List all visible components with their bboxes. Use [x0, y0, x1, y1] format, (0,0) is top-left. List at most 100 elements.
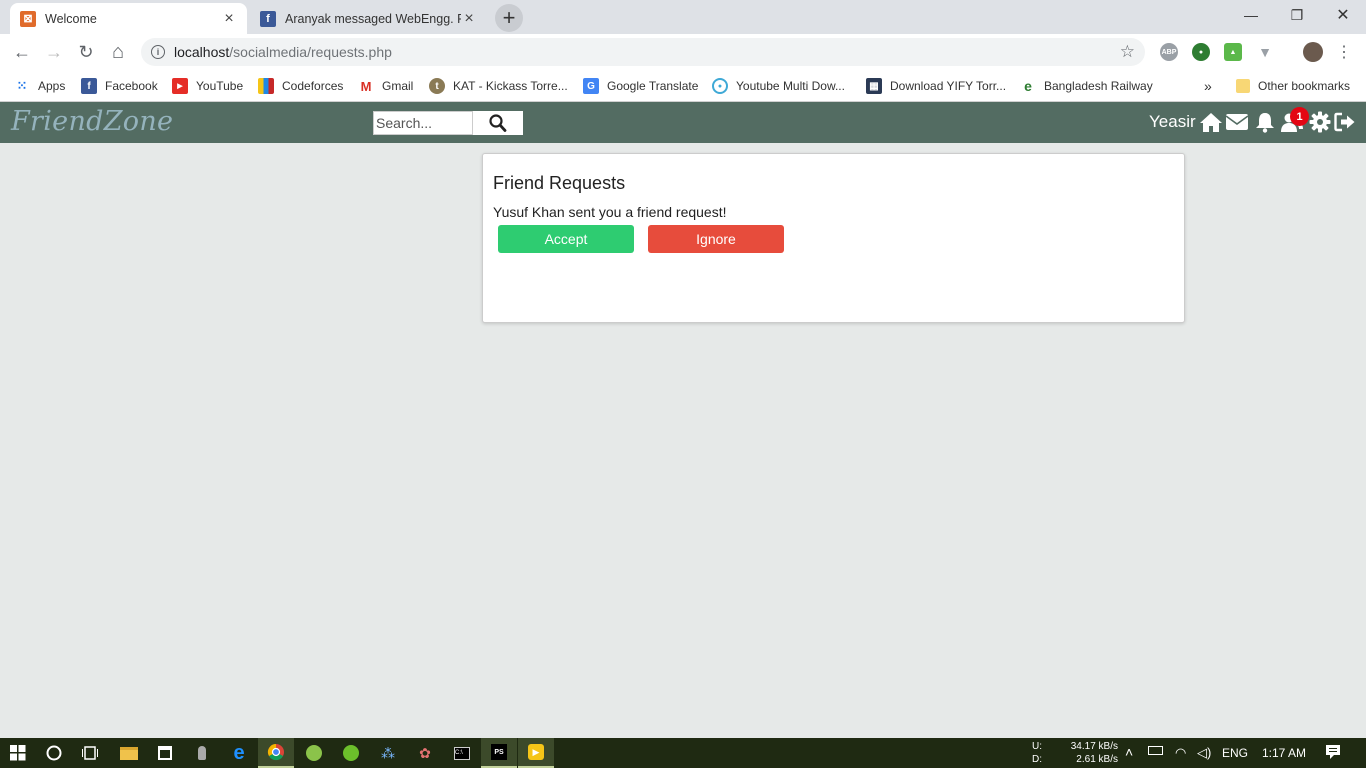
bookmark-label: Apps: [38, 79, 66, 93]
tray-chevron-icon[interactable]: ˄: [1125, 744, 1133, 760]
taskbar-app-paint[interactable]: ✿: [407, 738, 443, 768]
windows-logo-icon: [10, 745, 26, 761]
reload-button[interactable]: ↻: [74, 40, 98, 64]
bulb-icon: [198, 746, 206, 760]
search-button[interactable]: [473, 111, 523, 135]
ignore-button[interactable]: Ignore: [648, 225, 784, 253]
tab-label: Welcome: [45, 11, 97, 26]
folder-icon: [120, 746, 138, 760]
battery-icon[interactable]: [1148, 746, 1163, 755]
start-button[interactable]: [0, 738, 36, 768]
volume-icon[interactable]: ◁): [1197, 745, 1211, 761]
browser-toolbar: ← → ↻ ⌂ i localhost/socialmedia/requests…: [0, 34, 1366, 70]
taskbar-app-green[interactable]: [296, 738, 332, 768]
action-center-icon[interactable]: [1325, 744, 1341, 763]
language-indicator[interactable]: ENG: [1222, 746, 1248, 760]
home-button[interactable]: ⌂: [106, 40, 130, 64]
site-info-icon[interactable]: i: [151, 45, 165, 59]
accept-button[interactable]: Accept: [498, 225, 634, 253]
forward-button[interactable]: →: [42, 40, 66, 64]
tab-label: Aranyak messaged WebEngg. Pro: [285, 11, 461, 26]
google-translate-icon: G: [583, 78, 599, 94]
vue-devtools-icon[interactable]: ▼: [1256, 43, 1274, 61]
extension-icon[interactable]: ▲: [1224, 43, 1242, 61]
taskbar-app-stars[interactable]: ⁂: [370, 738, 406, 768]
cortana-circle-icon: [46, 745, 62, 761]
close-window-button[interactable]: ✕: [1320, 0, 1366, 30]
bookmark-label: Facebook: [105, 79, 158, 93]
other-bookmarks-folder[interactable]: Other bookmarks: [1236, 77, 1350, 95]
railway-icon: e: [1024, 78, 1032, 94]
apps-grid-icon: ⁙: [16, 78, 28, 93]
avatar[interactable]: [1303, 42, 1323, 62]
taskbar-cmd[interactable]: C:\: [444, 738, 480, 768]
username-link[interactable]: Yeasir: [1149, 112, 1196, 132]
minimize-button[interactable]: —: [1228, 0, 1274, 30]
net-speed-meter: 34.17 kB/s 2.61 kB/s: [1062, 740, 1118, 766]
close-tab-icon[interactable]: ×: [461, 10, 477, 28]
bookmark-label: Codeforces: [282, 79, 344, 93]
maximize-button[interactable]: ❐: [1274, 0, 1320, 30]
utorrent-icon: [306, 745, 322, 761]
bookmark-bangladesh-railway[interactable]: e Bangladesh Railway: [1020, 77, 1153, 95]
bookmark-google-translate[interactable]: G Google Translate: [583, 77, 698, 95]
bookmark-youtube-multi-downloader[interactable]: ● Youtube Multi Dow...: [712, 77, 845, 95]
address-bar[interactable]: i localhost/socialmedia/requests.php ☆: [141, 38, 1145, 66]
messages-link[interactable]: [1225, 110, 1249, 134]
net-down-value: 2.61 kB/s: [1076, 754, 1118, 765]
logout-link[interactable]: [1333, 110, 1357, 134]
bookmark-youtube[interactable]: ▶ YouTube: [172, 77, 243, 95]
taskbar-file-explorer[interactable]: [111, 738, 147, 768]
back-button[interactable]: ←: [10, 40, 34, 64]
close-tab-icon[interactable]: ×: [221, 10, 237, 28]
bookmark-gmail[interactable]: M Gmail: [358, 77, 414, 95]
torrent-icon: [343, 745, 359, 761]
bookmark-label: Youtube Multi Dow...: [736, 79, 845, 93]
bookmark-kat[interactable]: t KAT - Kickass Torre...: [429, 77, 568, 95]
taskbar-chrome[interactable]: [258, 738, 294, 768]
taskbar-edge[interactable]: e: [221, 738, 257, 768]
adblock-plus-icon[interactable]: ABP: [1160, 43, 1178, 61]
task-view-button[interactable]: [72, 738, 108, 768]
notifications-link[interactable]: [1253, 110, 1277, 134]
tab-facebook[interactable]: f Aranyak messaged WebEngg. Pro ×: [250, 3, 487, 34]
new-tab-button[interactable]: +: [495, 4, 523, 32]
gear-icon: [1309, 111, 1331, 133]
terminal-icon: C:\: [454, 746, 470, 760]
idm-extension-icon[interactable]: ●: [1192, 43, 1210, 61]
task-view-icon: [82, 746, 98, 760]
bookmark-facebook[interactable]: f Facebook: [81, 77, 158, 95]
bookmark-label: Other bookmarks: [1258, 79, 1351, 93]
bookmarks-overflow-button[interactable]: »: [1204, 77, 1212, 95]
taskbar-utorrent[interactable]: [333, 738, 369, 768]
paint-icon: ✿: [419, 744, 431, 761]
bookmark-star-icon[interactable]: ☆: [1120, 42, 1135, 62]
bookmark-yify[interactable]: ▦ Download YIFY Torr...: [866, 77, 1006, 95]
xampp-icon: ⊠: [20, 10, 36, 27]
bookmark-codeforces[interactable]: Codeforces: [258, 77, 343, 95]
bookmark-apps[interactable]: ⁙ Apps: [14, 77, 66, 95]
browser-menu-icon[interactable]: ⋮: [1332, 40, 1356, 64]
clock[interactable]: 1:17 AM: [1262, 746, 1306, 760]
friend-request-message: Yusuf Khan sent you a friend request!: [493, 204, 727, 220]
wifi-icon[interactable]: ◠: [1175, 745, 1186, 761]
taskbar-app-bulb[interactable]: [184, 738, 220, 768]
taskbar-store[interactable]: [147, 738, 183, 768]
taskbar-phpstorm[interactable]: PS: [481, 738, 517, 768]
facebook-icon: f: [81, 78, 97, 94]
search-input[interactable]: [373, 111, 473, 135]
cortana-button[interactable]: [36, 738, 72, 768]
search-icon: [489, 114, 507, 132]
home-link[interactable]: [1199, 110, 1223, 134]
tab-welcome[interactable]: ⊠ Welcome ×: [10, 3, 247, 34]
bookmark-label: Download YIFY Torr...: [890, 79, 1007, 93]
app-logo[interactable]: FriendZone: [11, 106, 173, 137]
settings-link[interactable]: [1308, 110, 1332, 134]
search-form: [373, 111, 523, 135]
net-up-value: 34.17 kB/s: [1070, 741, 1118, 752]
facebook-icon: f: [260, 10, 276, 27]
edge-icon: e: [233, 741, 245, 764]
friend-requests-card: Friend Requests Yusuf Khan sent you a fr…: [482, 153, 1185, 323]
taskbar-media-player[interactable]: ▶: [518, 738, 554, 768]
phpstorm-icon: PS: [491, 744, 507, 760]
